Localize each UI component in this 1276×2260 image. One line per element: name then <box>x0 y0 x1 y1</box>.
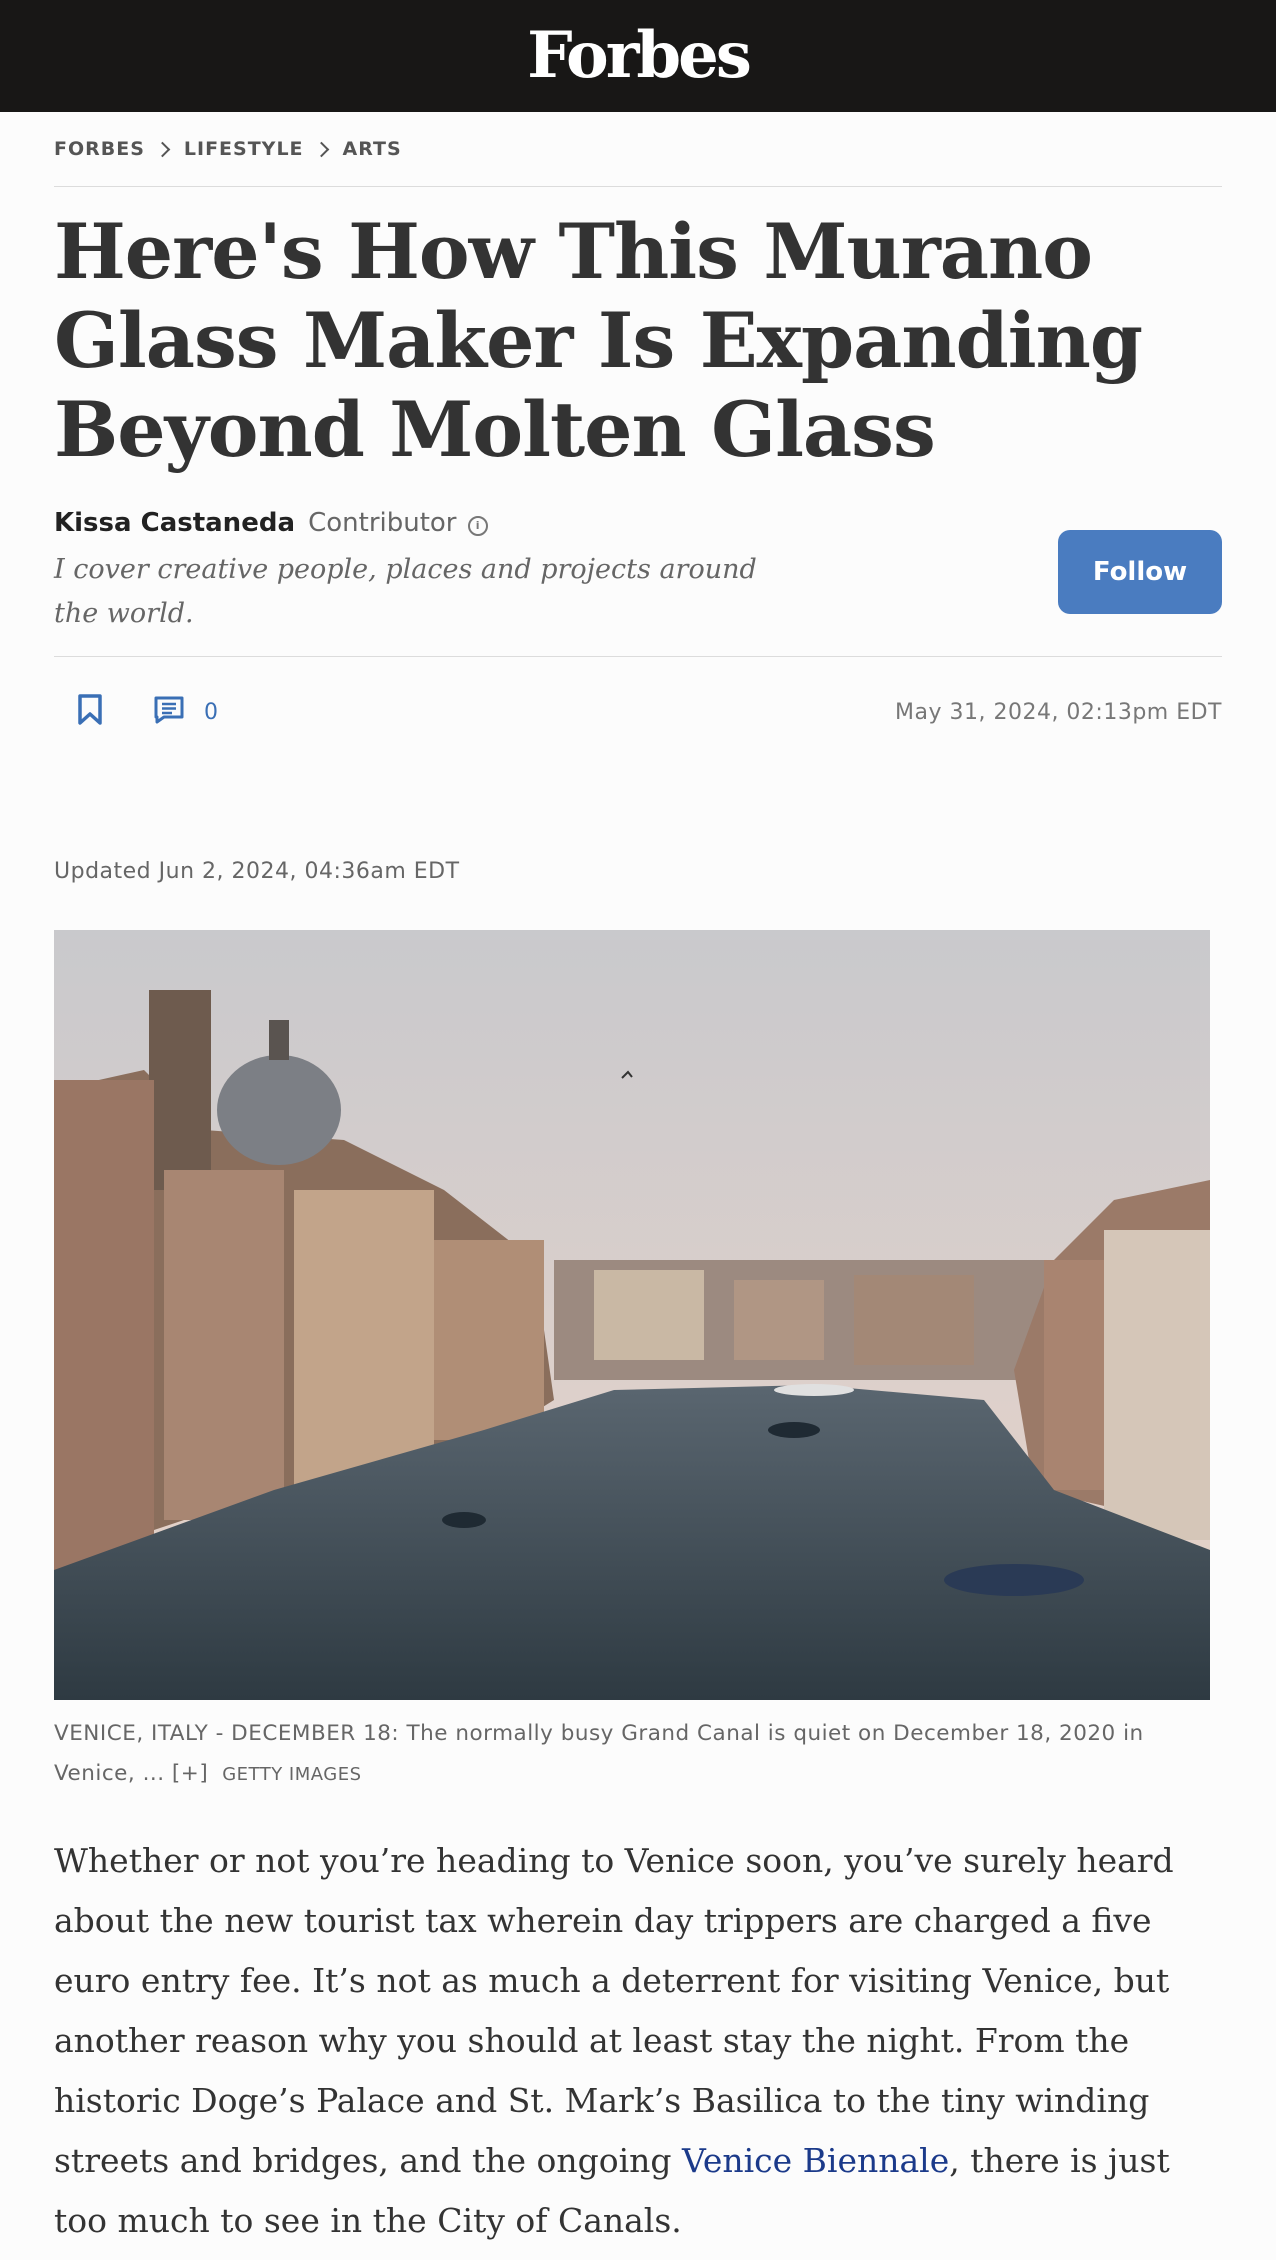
article-container: FORBES LIFESTYLE ARTS Here's How This Mu… <box>0 112 1276 2251</box>
top-bar: Forbes <box>0 0 1276 112</box>
author-bio: I cover creative people, places and proj… <box>54 554 757 629</box>
breadcrumb-item-arts[interactable]: ARTS <box>343 138 402 160</box>
published-date: May 31, 2024, 02:13pm EDT <box>895 699 1222 725</box>
chevron-right-icon <box>313 141 329 157</box>
author-role: Contributor <box>308 508 457 538</box>
comment-icon <box>154 696 184 728</box>
caption-text[interactable]: VENICE, ITALY - DECEMBER 18: The normall… <box>54 1721 1144 1786</box>
article-title: Here's How This Murano Glass Maker Is Ex… <box>54 207 1143 474</box>
author-line: Kissa Castaneda Contributor i <box>54 508 774 538</box>
venice-biennale-link[interactable]: Venice Biennale <box>682 2141 949 2180</box>
image-caption: VENICE, ITALY - DECEMBER 18: The normall… <box>54 1714 1222 1795</box>
forbes-logo[interactable]: Forbes <box>527 24 752 88</box>
article-actions: 0 May 31, 2024, 02:13pm EDT <box>54 657 1222 767</box>
image-credit: GETTY IMAGES <box>222 1764 362 1785</box>
comments-button[interactable]: 0 <box>154 696 218 728</box>
bookmark-icon[interactable] <box>76 693 104 731</box>
updated-date: Updated Jun 2, 2024, 04:36am EDT <box>54 859 460 884</box>
breadcrumb: FORBES LIFESTYLE ARTS <box>54 112 1222 187</box>
article-paragraph: Whether or not you’re heading to Venice … <box>54 1831 1222 2251</box>
comment-count: 0 <box>204 699 218 725</box>
breadcrumb-item-lifestyle[interactable]: LIFESTYLE <box>184 138 304 160</box>
paragraph-text-before-link: Whether or not you’re heading to Venice … <box>54 1841 1174 2180</box>
author-name[interactable]: Kissa Castaneda <box>54 508 295 538</box>
follow-button[interactable]: Follow <box>1058 530 1222 614</box>
hero-image[interactable] <box>54 930 1210 1700</box>
author-info: Kissa Castaneda Contributor i I cover cr… <box>54 508 774 636</box>
info-icon[interactable]: i <box>467 516 488 536</box>
breadcrumb-item-forbes[interactable]: FORBES <box>54 138 145 160</box>
chevron-right-icon <box>154 141 171 157</box>
action-buttons: 0 <box>54 693 218 731</box>
author-block: Kissa Castaneda Contributor i I cover cr… <box>54 508 1222 657</box>
